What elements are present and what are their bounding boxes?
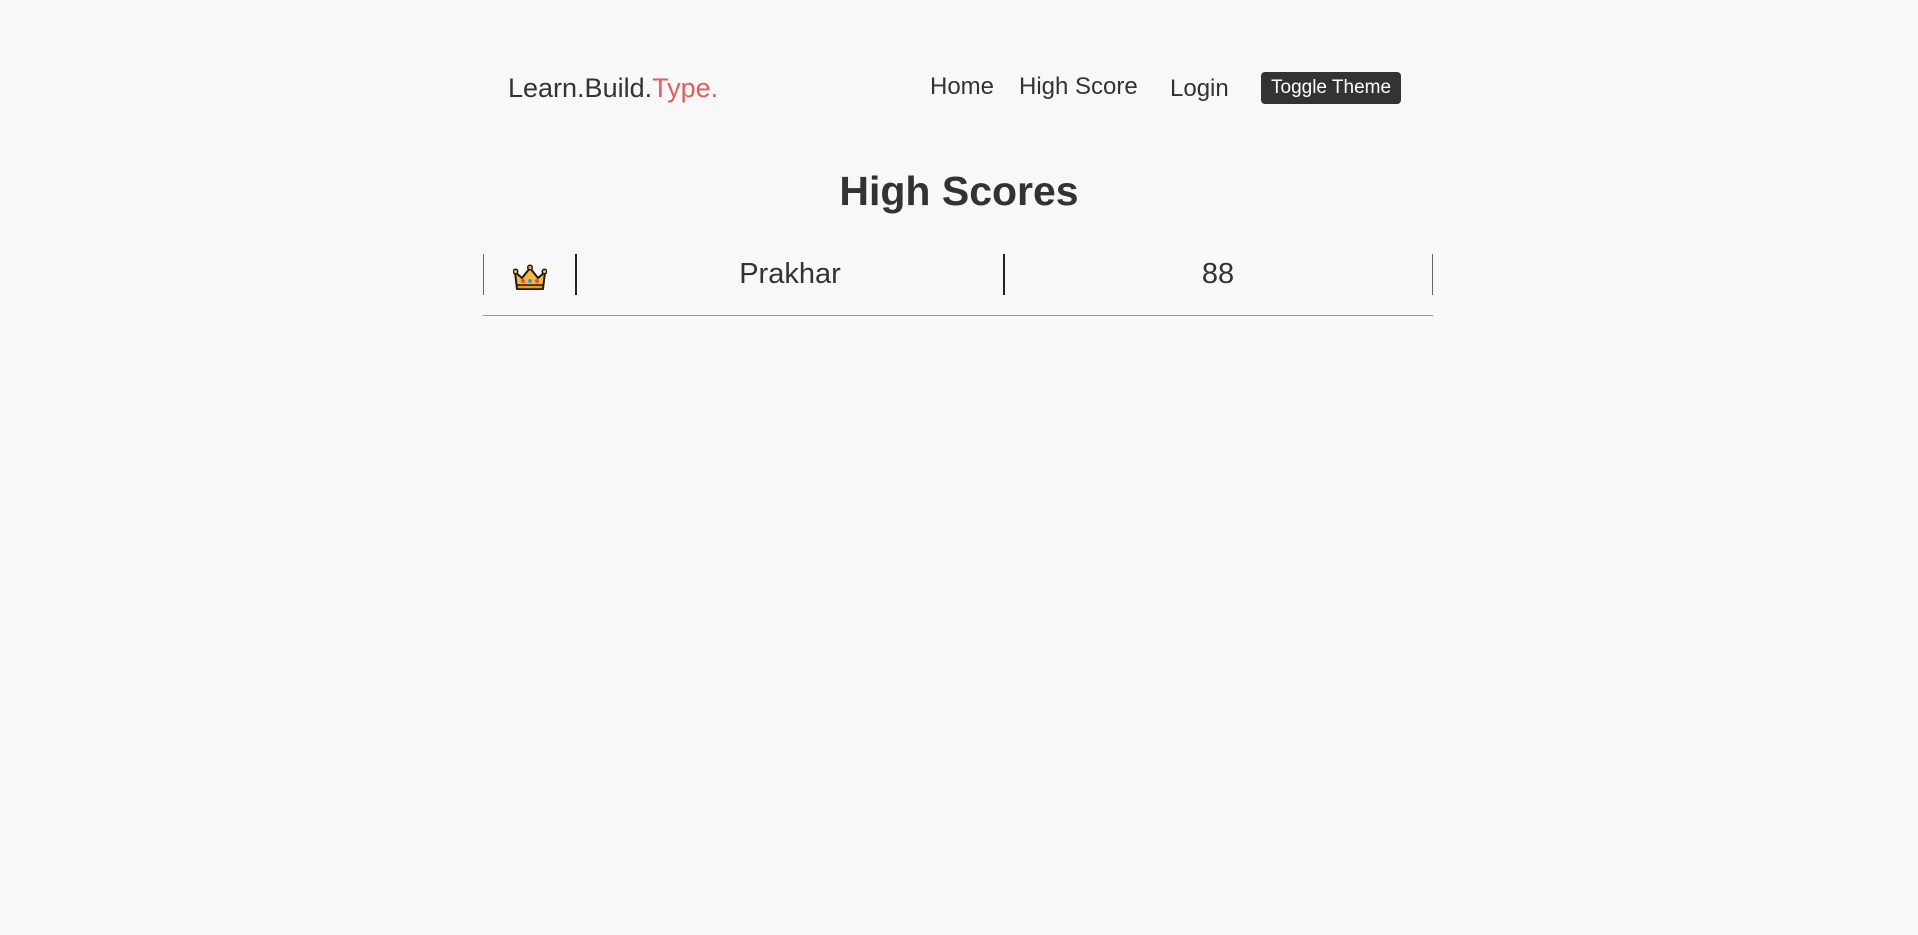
brand-text: Learn.Build.	[508, 73, 653, 103]
brand-accent-text: Type.	[652, 73, 719, 103]
table-divider	[1432, 254, 1433, 295]
crown-icon	[512, 263, 547, 290]
nav-login-link[interactable]: Login	[1170, 75, 1229, 103]
page-title: High Scores	[839, 168, 1079, 214]
brand-logo[interactable]: Learn.Build.Type.	[508, 72, 718, 104]
player-score-cell: 88	[1201, 258, 1235, 290]
nav-high-score-link[interactable]: High Score	[1019, 73, 1138, 101]
page: Learn.Build.Type. Home High Score Login …	[0, 0, 1918, 935]
table-row: Prakhar 88	[483, 254, 1433, 295]
nav-home-link[interactable]: Home	[930, 73, 994, 101]
navbar: Learn.Build.Type. Home High Score Login …	[483, 62, 1433, 116]
player-name-cell: Prakhar	[739, 258, 841, 290]
toggle-theme-button[interactable]: Toggle Theme	[1261, 72, 1402, 104]
high-score-table: Prakhar 88	[483, 254, 1433, 316]
rank-cell	[484, 254, 575, 295]
